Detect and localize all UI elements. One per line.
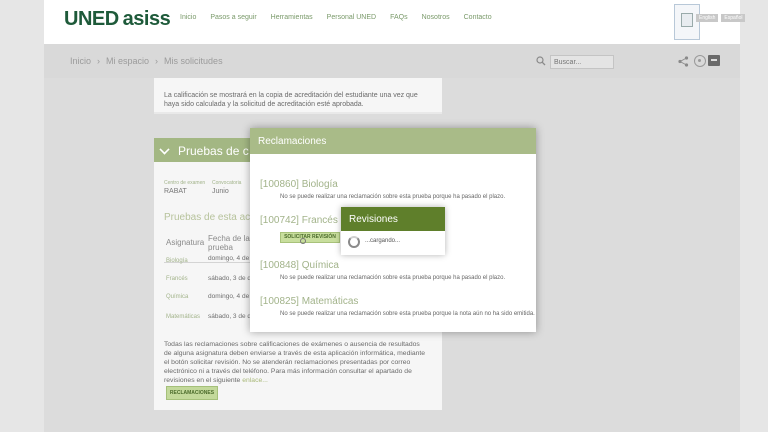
uned-asiss-logo[interactable]: UNED asiss (64, 8, 171, 31)
nav-herramientas[interactable]: Herramientas (271, 14, 313, 21)
reclamacion-subject-matematicas: [100825] Matemáticas (260, 296, 359, 307)
pruebas-subtitle: Pruebas de esta ac (164, 212, 251, 223)
revisiones-popup: Revisiones ...cargando... (341, 207, 445, 255)
modal-title: Reclamaciones (258, 136, 327, 147)
reclamacion-message: No se puede realizar una reclamación sob… (280, 275, 506, 281)
meta-label: Centro de examen (164, 180, 206, 186)
table-row-subject[interactable]: Matemáticas (166, 314, 200, 320)
nav-personal[interactable]: Personal UNED (327, 14, 376, 21)
modal-header: Reclamaciones (250, 128, 536, 154)
logo-prefix: UNED (64, 8, 119, 30)
pruebas-title: Pruebas de c (178, 144, 249, 158)
table-row-subject[interactable]: Francés (166, 276, 188, 282)
footnote-text: Todas las reclamaciones sobre calificaci… (164, 341, 426, 384)
info-card: La calificación se mostrará en la copia … (154, 78, 442, 114)
crumb-inicio[interactable]: Inicio (70, 56, 91, 66)
site-header: UNED asiss Inicio Pasos a seguir Herramie… (44, 0, 746, 44)
column-header-fecha: Fecha de la prueba (208, 234, 250, 252)
nav-nosotros[interactable]: Nosotros (422, 14, 450, 21)
nav-inicio[interactable]: Inicio (180, 14, 196, 21)
chevron-right-icon: › (97, 56, 101, 66)
gear-icon[interactable] (694, 55, 706, 67)
main-nav: Inicio Pasos a seguir Herramientas Perso… (180, 14, 492, 21)
table-row-date: domingo, 4 de de 2017 a las 1 (208, 255, 252, 262)
table-row-date: domingo, 4 de de 2017 a las 1 (208, 293, 252, 300)
table-row-date: sábado, 3 de de 2017 a las 1 (208, 313, 252, 320)
mouse-cursor-icon (300, 238, 306, 244)
search-input[interactable] (550, 55, 614, 69)
meta-value: RABAT (164, 188, 187, 195)
crumb-mis-solicitudes[interactable]: Mis solicitudes (164, 56, 223, 66)
table-row-date: sábado, 3 de de 2017 a las 1 (208, 275, 252, 282)
solicitar-revision-button[interactable]: SOLICITAR REVISIÓN (280, 232, 340, 243)
meta-label: Convocatoria (212, 180, 242, 186)
crumb-mi-espacio[interactable]: Mi espacio (106, 56, 149, 66)
logo-suffix: asiss (122, 8, 171, 30)
reclamacion-subject-frances: [100742] Francés (260, 215, 338, 226)
lang-english[interactable]: English (696, 14, 719, 22)
nav-faqs[interactable]: FAQs (390, 14, 408, 21)
print-icon[interactable] (708, 55, 720, 66)
search-icon[interactable] (536, 56, 546, 66)
chevron-right-icon: › (155, 56, 159, 66)
share-icon[interactable] (678, 56, 689, 67)
nav-contacto[interactable]: Contacto (464, 14, 492, 21)
reclamacion-subject-quimica: [100848] Química (260, 260, 339, 271)
table-row-subject[interactable]: Química (166, 294, 188, 300)
info-text: La calificación se mostrará en la copia … (164, 92, 418, 108)
reclamacion-message: No se puede realizar una reclamación sob… (280, 194, 506, 200)
enlace-link[interactable]: enlace... (242, 377, 268, 384)
reclamaciones-footnote: Todas las reclamaciones sobre calificaci… (164, 340, 426, 385)
meta-centro: Centro de examen RABAT (164, 180, 205, 195)
lang-espanol[interactable]: Español (721, 14, 746, 22)
table-row-subject[interactable]: Biología (166, 258, 188, 264)
meta-convocatoria: Convocatoria Junio (212, 180, 241, 195)
meta-value: Junio (212, 188, 229, 195)
reclamacion-subject-biologia: [100860] Biología (260, 179, 338, 190)
reclamacion-message: No se puede realizar una reclamación sob… (280, 311, 535, 317)
column-header-asignatura: Asignatura (166, 238, 205, 247)
reclamaciones-button[interactable]: RECLAMACIONES (166, 386, 218, 400)
loading-spinner-icon (348, 236, 360, 248)
check-icon (159, 144, 170, 155)
popup-title: Revisiones (349, 214, 398, 225)
breadcrumb-bar: Inicio › Mi espacio › Mis solicitudes (44, 44, 740, 78)
language-switch: English Español (696, 14, 746, 22)
nav-pasos[interactable]: Pasos a seguir (210, 14, 256, 21)
uned-crest-icon (674, 4, 700, 40)
popup-header: Revisiones (341, 207, 445, 231)
loading-text: ...cargando... (365, 238, 401, 244)
breadcrumb: Inicio › Mi espacio › Mis solicitudes (70, 56, 223, 66)
